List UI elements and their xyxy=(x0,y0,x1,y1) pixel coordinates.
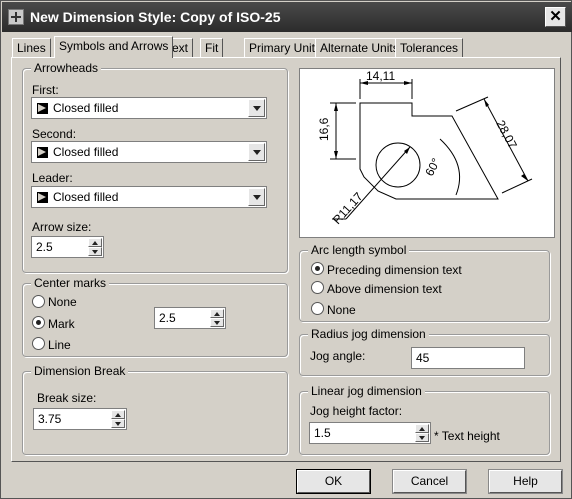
jog-height-factor-label: Jog height factor: xyxy=(310,404,403,418)
center-mark-line-radio[interactable] xyxy=(32,337,45,350)
leader-arrowhead-value: Closed filled xyxy=(53,190,119,204)
center-mark-mark-label: Mark xyxy=(48,317,75,331)
first-arrowhead-value: Closed filled xyxy=(53,101,119,115)
tab-tolerances[interactable]: Tolerances xyxy=(395,38,464,57)
center-mark-size-stepper[interactable]: 2.5 xyxy=(154,307,226,329)
center-mark-mark-radio[interactable] xyxy=(32,316,45,329)
arc-length-legend: Arc length symbol xyxy=(308,243,410,257)
center-mark-size-value: 2.5 xyxy=(159,311,176,325)
angle-text: 60° xyxy=(422,156,443,179)
window-title: New Dimension Style: Copy of ISO-25 xyxy=(30,9,281,25)
spin-down-icon[interactable] xyxy=(415,433,429,442)
arrowhead-icon xyxy=(37,147,48,158)
dialog-window: New Dimension Style: Copy of ISO-25 ✕ Li… xyxy=(0,0,572,499)
dimension-preview-drawing: 14,11 16,6 28,07 60° R11,17 xyxy=(317,69,533,227)
second-arrowhead-select[interactable]: Closed filled xyxy=(31,141,267,163)
spin-up-icon[interactable] xyxy=(111,410,125,419)
center-mark-line-label: Line xyxy=(48,338,71,352)
chevron-down-icon[interactable] xyxy=(248,188,265,206)
spin-up-icon[interactable] xyxy=(88,238,102,247)
dim-left-text: 16,6 xyxy=(317,117,331,141)
arc-above-radio[interactable] xyxy=(311,281,324,294)
arc-none-label: None xyxy=(327,303,356,317)
title-bar[interactable]: New Dimension Style: Copy of ISO-25 ✕ xyxy=(2,2,572,32)
leader-label: Leader: xyxy=(32,171,73,185)
arrowhead-icon xyxy=(37,103,48,114)
break-size-label: Break size: xyxy=(37,391,97,405)
first-arrowhead-select[interactable]: Closed filled xyxy=(31,97,267,119)
arrowhead-icon xyxy=(37,192,48,203)
dim-top-text: 14,11 xyxy=(366,69,395,83)
dimension-break-legend: Dimension Break xyxy=(31,364,129,378)
break-size-value: 3.75 xyxy=(38,412,62,426)
tab-symbols-and-arrows[interactable]: Symbols and Arrows xyxy=(54,36,174,58)
dim-right-text: 28,07 xyxy=(493,118,520,151)
jog-height-factor-stepper[interactable]: 1.5 xyxy=(309,422,431,444)
app-icon xyxy=(8,9,24,25)
arc-preceding-label: Preceding dimension text xyxy=(327,263,462,277)
arrow-size-stepper[interactable]: 2.5 xyxy=(31,236,104,258)
preview-canvas: 14,11 16,6 28,07 60° R11,17 xyxy=(299,68,555,238)
ok-button[interactable]: OK xyxy=(296,469,371,494)
spin-down-icon[interactable] xyxy=(88,247,102,256)
spin-up-icon[interactable] xyxy=(210,309,224,318)
arrowheads-legend: Arrowheads xyxy=(31,61,102,75)
spin-down-icon[interactable] xyxy=(111,419,125,428)
center-mark-none-label: None xyxy=(48,295,77,309)
text-height-suffix: * Text height xyxy=(434,429,500,443)
second-arrowhead-value: Closed filled xyxy=(53,145,119,159)
arc-none-radio[interactable] xyxy=(311,302,324,315)
jog-angle-label: Jog angle: xyxy=(310,349,366,363)
chevron-down-icon[interactable] xyxy=(248,99,265,117)
spin-down-icon[interactable] xyxy=(210,318,224,327)
jog-angle-input[interactable]: 45 xyxy=(411,347,525,369)
second-label: Second: xyxy=(32,127,77,141)
radius-jog-legend: Radius jog dimension xyxy=(308,327,429,341)
first-label: First: xyxy=(32,83,59,97)
chevron-down-icon[interactable] xyxy=(248,143,265,161)
tab-alternate-units[interactable]: Alternate Units xyxy=(315,38,404,57)
tab-lines[interactable]: Lines xyxy=(12,38,51,57)
close-button[interactable]: ✕ xyxy=(545,7,566,27)
break-size-stepper[interactable]: 3.75 xyxy=(33,408,127,430)
leader-arrowhead-select[interactable]: Closed filled xyxy=(31,186,267,208)
part-hole xyxy=(375,142,421,188)
cancel-button[interactable]: Cancel xyxy=(392,469,467,494)
tab-fit[interactable]: Fit xyxy=(200,38,224,57)
arrow-size-value: 2.5 xyxy=(36,240,53,254)
radius-text: R11,17 xyxy=(330,189,366,227)
linear-jog-legend: Linear jog dimension xyxy=(308,384,425,398)
tab-primary-units[interactable]: Primary Units xyxy=(244,38,327,57)
arc-above-label: Above dimension text xyxy=(327,282,442,296)
jog-height-factor-value: 1.5 xyxy=(314,426,331,440)
spin-up-icon[interactable] xyxy=(415,424,429,433)
help-button[interactable]: Help xyxy=(488,469,563,494)
jog-angle-value: 45 xyxy=(416,351,430,365)
arc-preceding-radio[interactable] xyxy=(311,262,324,275)
arrow-size-label: Arrow size: xyxy=(32,220,92,234)
center-mark-none-radio[interactable] xyxy=(32,295,45,308)
center-marks-legend: Center marks xyxy=(31,276,110,290)
